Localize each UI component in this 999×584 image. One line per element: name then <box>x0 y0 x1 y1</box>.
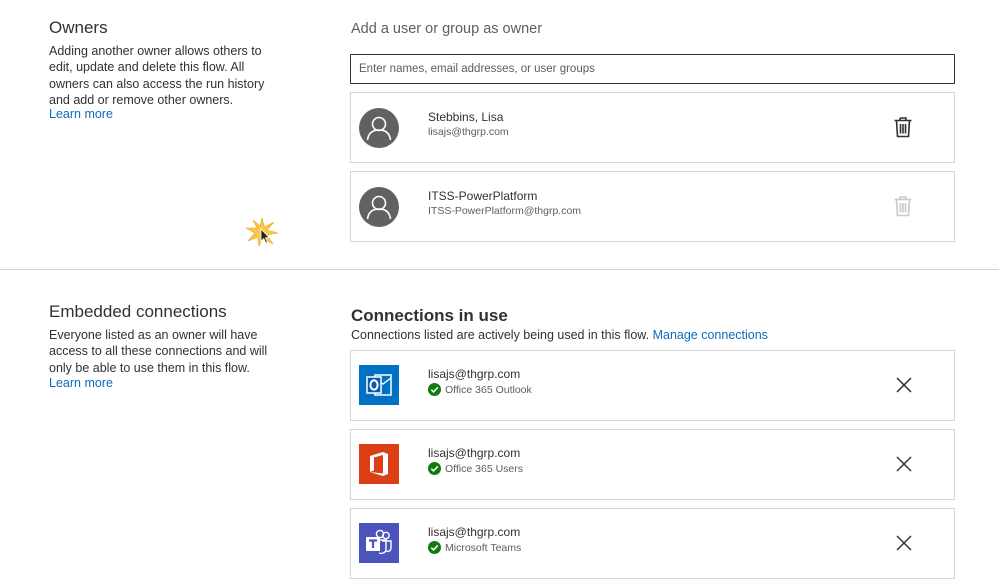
owner-email: ITSS-PowerPlatform@thgrp.com <box>428 205 582 217</box>
check-circle-icon <box>428 462 441 475</box>
connection-account: lisajs@thgrp.com <box>428 446 521 460</box>
owner-search-input[interactable] <box>350 54 955 84</box>
remove-connection-button[interactable] <box>894 454 914 474</box>
trash-icon <box>894 117 912 138</box>
add-owner-label: Add a user or group as owner <box>351 21 543 37</box>
connection-status: Microsoft Teams <box>428 541 521 554</box>
remove-connection-button[interactable] <box>894 375 914 395</box>
embedded-connections-title: Embedded connections <box>49 302 227 321</box>
avatar <box>359 187 399 227</box>
mouse-cursor <box>244 216 280 248</box>
connection-status: Office 365 Users <box>428 462 523 475</box>
owner-name: Stebbins, Lisa <box>428 110 504 124</box>
outlook-icon <box>359 365 399 405</box>
section-divider <box>0 269 999 270</box>
teams-icon <box>359 523 399 563</box>
owner-name: ITSS-PowerPlatform <box>428 189 538 203</box>
check-circle-icon <box>428 541 441 554</box>
delete-owner-button[interactable] <box>892 115 914 139</box>
owners-description: Adding another owner allows others to ed… <box>49 44 265 107</box>
office-icon <box>359 444 399 484</box>
owner-card-stebbins-lisa: Stebbins, Lisa lisajs@thgrp.com <box>350 92 955 163</box>
owners-learn-more-link[interactable]: Learn more <box>49 107 113 121</box>
close-icon <box>896 535 912 551</box>
owner-email: lisajs@thgrp.com <box>428 126 509 138</box>
connection-status: Office 365 Outlook <box>428 383 532 396</box>
connection-account: lisajs@thgrp.com <box>428 367 521 381</box>
delete-owner-button-disabled <box>892 194 914 218</box>
connection-card-office365-users: lisajs@thgrp.com Office 365 Users <box>350 429 955 500</box>
owners-title: Owners <box>49 18 108 37</box>
person-icon <box>366 116 392 141</box>
close-icon <box>896 377 912 393</box>
embedded-connections-description: Everyone listed as an owner will have ac… <box>49 328 268 375</box>
trash-icon <box>894 196 912 217</box>
embedded-learn-more-link[interactable]: Learn more <box>49 376 113 390</box>
connection-service-name: Office 365 Outlook <box>445 383 532 396</box>
connection-card-microsoft-teams: lisajs@thgrp.com Microsoft Teams <box>350 508 955 579</box>
connection-service-name: Office 365 Users <box>445 462 524 475</box>
person-icon <box>366 195 392 220</box>
cursor-icon <box>244 216 279 248</box>
connections-in-use-title: Connections in use <box>351 306 508 325</box>
owner-card-itss-powerplatform: ITSS-PowerPlatform ITSS-PowerPlatform@th… <box>350 171 955 242</box>
connection-card-outlook: lisajs@thgrp.com Office 365 Outlook <box>350 350 955 421</box>
avatar <box>359 108 399 148</box>
connection-service-name: Microsoft Teams <box>445 541 522 554</box>
connections-description: Connections listed are actively being us… <box>351 328 768 342</box>
manage-connections-link[interactable]: Manage connections <box>653 328 768 342</box>
connections-description-text: Connections listed are actively being us… <box>351 328 650 342</box>
connection-account: lisajs@thgrp.com <box>428 525 521 539</box>
remove-connection-button[interactable] <box>894 533 914 553</box>
check-circle-icon <box>428 383 441 396</box>
close-icon <box>896 456 912 472</box>
